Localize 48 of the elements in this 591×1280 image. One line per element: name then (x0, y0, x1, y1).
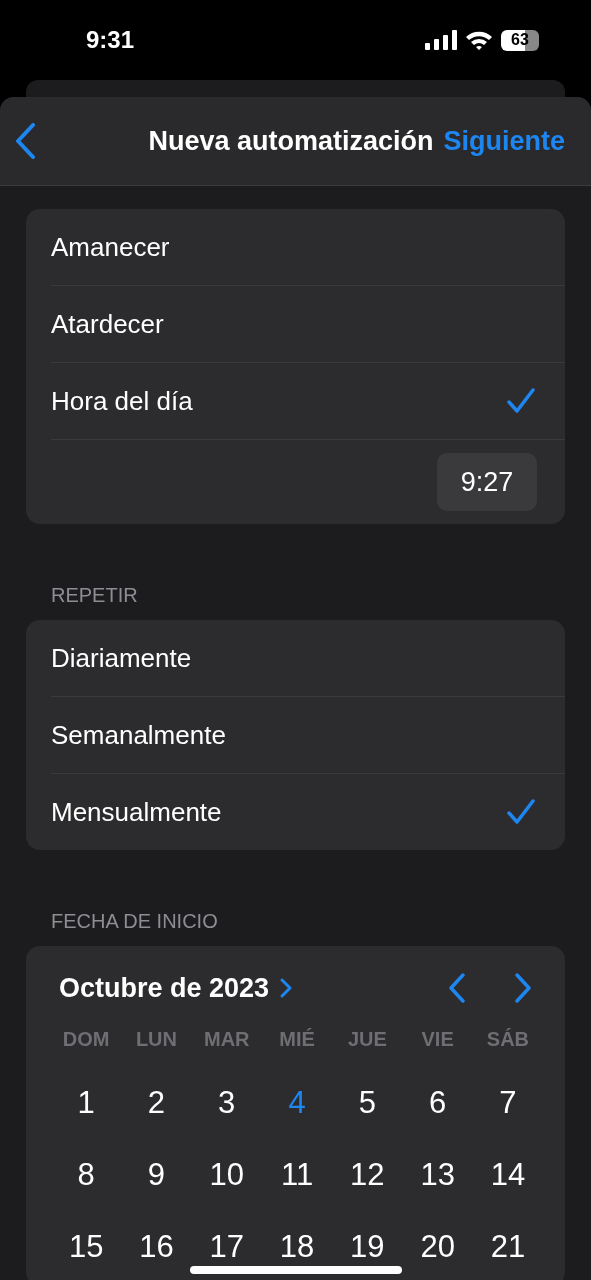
chevron-right-icon (279, 977, 294, 999)
calendar-day[interactable]: 13 (416, 1161, 459, 1189)
section-header: FECHA DE INICIO (50, 909, 219, 934)
calendar-day[interactable]: 17 (205, 1233, 248, 1261)
calendar-day[interactable]: 3 (214, 1089, 240, 1117)
calendar-day[interactable]: 21 (486, 1233, 530, 1261)
calendar-day[interactable]: 19 (346, 1233, 389, 1261)
previous-month-icon[interactable] (447, 972, 467, 1004)
calendar-day[interactable]: 11 (276, 1161, 318, 1189)
calendar-day[interactable]: 8 (73, 1161, 99, 1189)
signal-icon (425, 30, 457, 50)
calendar-day[interactable]: 12 (346, 1161, 389, 1189)
weekday-label: MAR (202, 1028, 251, 1051)
back-icon[interactable] (14, 123, 36, 159)
next-button[interactable]: Siguiente (443, 125, 565, 157)
calendar-day[interactable]: 1 (73, 1089, 99, 1117)
wifi-icon (465, 29, 493, 51)
option-row[interactable]: Hora del día (51, 363, 565, 440)
next-month-icon[interactable] (513, 972, 533, 1004)
calendar-day[interactable]: 18 (275, 1233, 319, 1261)
calendar-day[interactable]: 14 (486, 1161, 530, 1189)
nav-title: Nueva automatización (148, 125, 434, 157)
calendar-day[interactable]: 9 (143, 1161, 170, 1189)
month-button[interactable]: Octubre de 2023 (51, 972, 294, 1004)
option-row[interactable]: Mensualmente (51, 774, 565, 850)
calendar-day[interactable]: 5 (354, 1089, 380, 1117)
calendar-day[interactable]: 10 (205, 1161, 248, 1189)
battery-icon: 63 (501, 29, 539, 51)
weekday-label: DOM (61, 1028, 111, 1051)
status-time: 9:31 (86, 26, 135, 54)
weekday-label: LUN (134, 1028, 178, 1051)
option-row[interactable]: Diariamente (51, 620, 565, 697)
weekday-label: JUE (346, 1028, 388, 1051)
option-row[interactable]: Semanalmente (51, 697, 565, 774)
calendar-day[interactable]: 4 (284, 1089, 310, 1117)
calendar-day[interactable]: 16 (135, 1233, 178, 1261)
section-header: REPETIR (50, 583, 139, 608)
option-row[interactable]: Atardecer (51, 286, 565, 363)
calendar-day[interactable]: 20 (416, 1233, 459, 1261)
option-row[interactable]: Amanecer (51, 209, 565, 286)
calendar-day[interactable]: 6 (425, 1089, 451, 1117)
calendar-day[interactable]: 2 (143, 1089, 170, 1117)
calendar-day[interactable]: 15 (64, 1233, 108, 1261)
weekday-label: VIE (420, 1028, 455, 1051)
weekday-label: MIÉ (278, 1028, 316, 1051)
calendar-day[interactable]: 7 (495, 1089, 521, 1117)
weekday-label: SÁB (485, 1028, 531, 1051)
time-picker[interactable]: 9:27 (437, 453, 537, 511)
